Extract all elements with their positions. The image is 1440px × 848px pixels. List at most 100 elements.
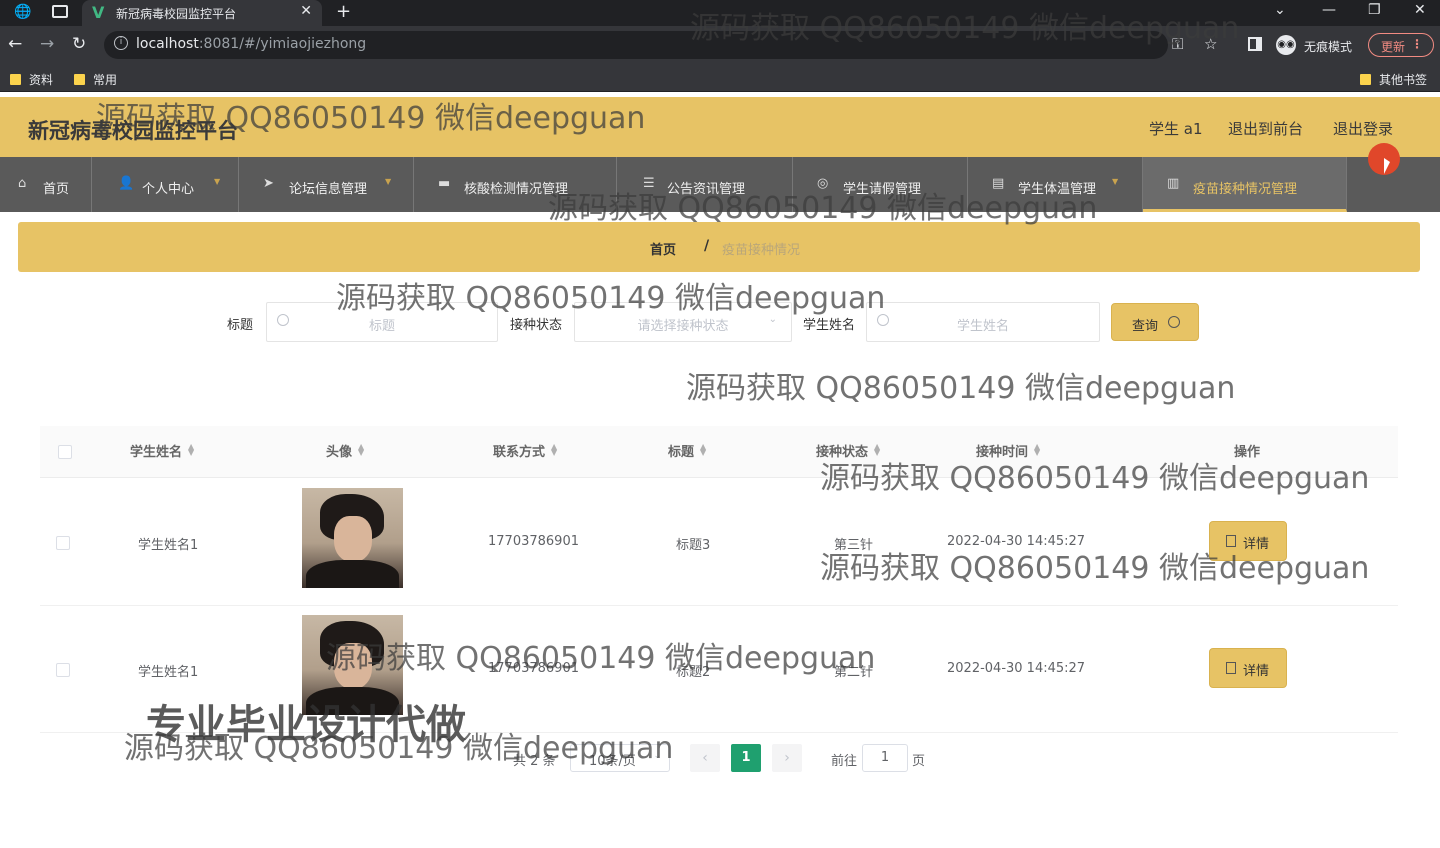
top-menu: ⌂ 首页 👤 个人中心 ▼ ➤ 论坛信息管理 ▼ ▬ 核酸检测情况管理 ☰ 公告… [0,157,1440,212]
menu-item-notice[interactable]: ☰ 公告资讯管理 [617,157,793,212]
url-text: localhost:8081/#/yimiaojiezhong [136,36,367,52]
bookmark-folder-ziliao[interactable]: 资料 [10,71,53,88]
app-title: 新冠病毒校园监控平台 [28,119,238,143]
document-icon [1226,662,1236,674]
col-name[interactable]: 学生姓名 ▲ ▼ [130,441,194,461]
current-page[interactable]: 1 [731,744,761,772]
chevron-down-icon: ▼ [385,177,392,186]
browser-address-bar: ← → ↻ i localhost:8081/#/yimiaojiezhong … [0,26,1440,64]
incognito-badge[interactable]: ◉◉ 无痕模式 [1276,31,1364,59]
table-row: 学生姓名1 17703786901 标题3 第三针 2022-04-30 14:… [40,479,1398,606]
col-phone[interactable]: 联系方式 ▲ ▼ [493,441,557,461]
chevron-down-icon: ▼ [1112,177,1119,186]
browser-tab-bar: 🌐 V 新冠病毒校园监控平台 ✕ + ⌄ — ❐ ✕ [0,0,1440,26]
table-header: 学生姓名 ▲ ▼ 头像 ▲ ▼ 联系方式 ▲ ▼ 标题 ▲ ▼ 接种状态 ▲ ▼ 接种时间 ▲ ▼ 操作 [40,426,1398,478]
query-button[interactable]: 查询 [1111,303,1199,341]
prev-page-button[interactable]: ‹ [690,744,720,772]
other-bookmarks[interactable]: 其他书签 [1360,71,1427,88]
sort-icon: ▲ ▼ [700,442,707,457]
row-checkbox[interactable] [56,536,70,550]
list-icon: ☰ [643,176,655,191]
tab-list-chevron-icon[interactable]: ⌄ [1274,2,1286,18]
query-label: 查询 [1132,319,1159,334]
back-to-front-link[interactable]: 退出到前台 [1228,118,1303,139]
side-panel-icon[interactable] [1248,37,1262,51]
select-all-checkbox[interactable] [58,445,72,459]
incognito-icon: ◉◉ [1276,35,1296,55]
cell-phone: 17703786901 [488,534,579,549]
logout-link[interactable]: 退出登录 [1333,118,1393,139]
menu-item-personal[interactable]: 👤 个人中心 ▼ [92,157,239,212]
cell-time: 2022-04-30 14:45:27 [947,534,1086,549]
col-title[interactable]: 标题 ▲ ▼ [668,441,707,461]
more-menu-icon: ⋮ [1411,37,1423,51]
menu-item-forum[interactable]: ➤ 论坛信息管理 ▼ [239,157,414,212]
tab-title: 新冠病毒校园监控平台 [116,7,237,21]
cell-title: 标题3 [676,538,711,553]
status-filter-label: 接种状态 [510,318,563,333]
update-label: 更新 [1381,40,1406,54]
sort-icon: ▲ ▼ [1034,442,1041,457]
home-icon: ⌂ [18,176,27,191]
cell-title: 标题2 [676,665,711,680]
minimize-icon[interactable]: — [1322,2,1336,18]
url-field[interactable]: i localhost:8081/#/yimiaojiezhong ⚿ ☆ [104,31,1217,59]
tab-close-icon[interactable]: ✕ [300,3,312,19]
col-avatar[interactable]: 头像 ▲ ▼ [326,441,364,461]
name-placeholder: 学生姓名 [956,319,1009,334]
menu-item-vaccine[interactable]: ▥ 疫苗接种情况管理 [1143,157,1347,212]
incognito-label: 无痕模式 [1304,40,1353,54]
breadcrumb-separator: / [704,238,710,254]
title-placeholder: 标题 [368,319,395,334]
avatar [302,615,403,715]
folder-icon [10,74,21,85]
mouse-cursor-icon [1384,158,1390,174]
update-button[interactable]: 更新 ⋮ [1368,33,1434,57]
bookmark-folder-changyong[interactable]: 常用 [74,71,117,88]
site-info-icon[interactable]: i [114,36,128,50]
new-tab-icon[interactable]: + [336,1,351,22]
window-close-icon[interactable]: ✕ [1414,2,1426,18]
forward-icon[interactable]: → [40,34,54,54]
vue-logo-icon: V [92,3,105,22]
monitor-icon: ▬ [438,176,451,191]
reload-icon[interactable]: ↻ [72,34,86,54]
menu-item-home[interactable]: ⌂ 首页 [0,157,92,212]
bookmark-star-icon[interactable]: ☆ [1204,35,1217,53]
row-checkbox[interactable] [56,663,70,677]
current-user: 学生 a1 [1149,120,1203,138]
next-page-button[interactable]: › [772,744,802,772]
back-icon[interactable]: ← [8,34,22,54]
goto-page-input[interactable]: 1 [862,744,908,772]
browser-globe-icon[interactable]: 🌐 [14,4,31,20]
name-search-input[interactable]: 学生姓名 [866,302,1100,342]
detail-button[interactable]: 详情 [1209,521,1287,561]
col-action: 操作 [1234,445,1261,460]
browser-tab[interactable]: V 新冠病毒校园监控平台 ✕ [82,0,322,26]
table-row: 学生姓名1 17703786901 标题2 第二针 2022-04-30 14:… [40,606,1398,733]
breadcrumb: 首页 / 疫苗接种情况 [18,222,1420,272]
chevron-down-icon: ▼ [214,177,221,186]
title-filter-label: 标题 [227,318,254,333]
restore-icon[interactable]: ❐ [1368,2,1381,18]
menu-item-nucleic[interactable]: ▬ 核酸检测情况管理 [414,157,617,212]
tab-search-icon[interactable] [52,5,68,18]
col-status[interactable]: 接种状态 ▲ ▼ [816,441,880,461]
help-icon: ◎ [817,176,829,191]
page-unit-label: 页 [912,754,926,769]
menu-item-leave[interactable]: ◎ 学生请假管理 [793,157,968,212]
password-key-icon[interactable]: ⚿ [1172,35,1183,53]
page-size-select[interactable]: 10条/页 ⌄ [570,744,670,772]
folder-icon [74,74,85,85]
pagination-total: 共 2 条 [513,754,556,769]
breadcrumb-home[interactable]: 首页 [650,239,676,258]
document-icon [1226,535,1236,547]
menu-item-temperature[interactable]: ▤ 学生体温管理 ▼ [968,157,1143,212]
goto-label: 前往 [831,754,858,769]
detail-button[interactable]: 详情 [1209,648,1287,688]
search-icon [1168,316,1180,328]
status-select[interactable]: 请选择接种状态 ⌄ [574,302,792,342]
col-time[interactable]: 接种时间 ▲ ▼ [976,441,1041,461]
title-search-input[interactable]: 标题 [266,302,498,342]
chevron-down-icon: ⌄ [768,314,777,325]
